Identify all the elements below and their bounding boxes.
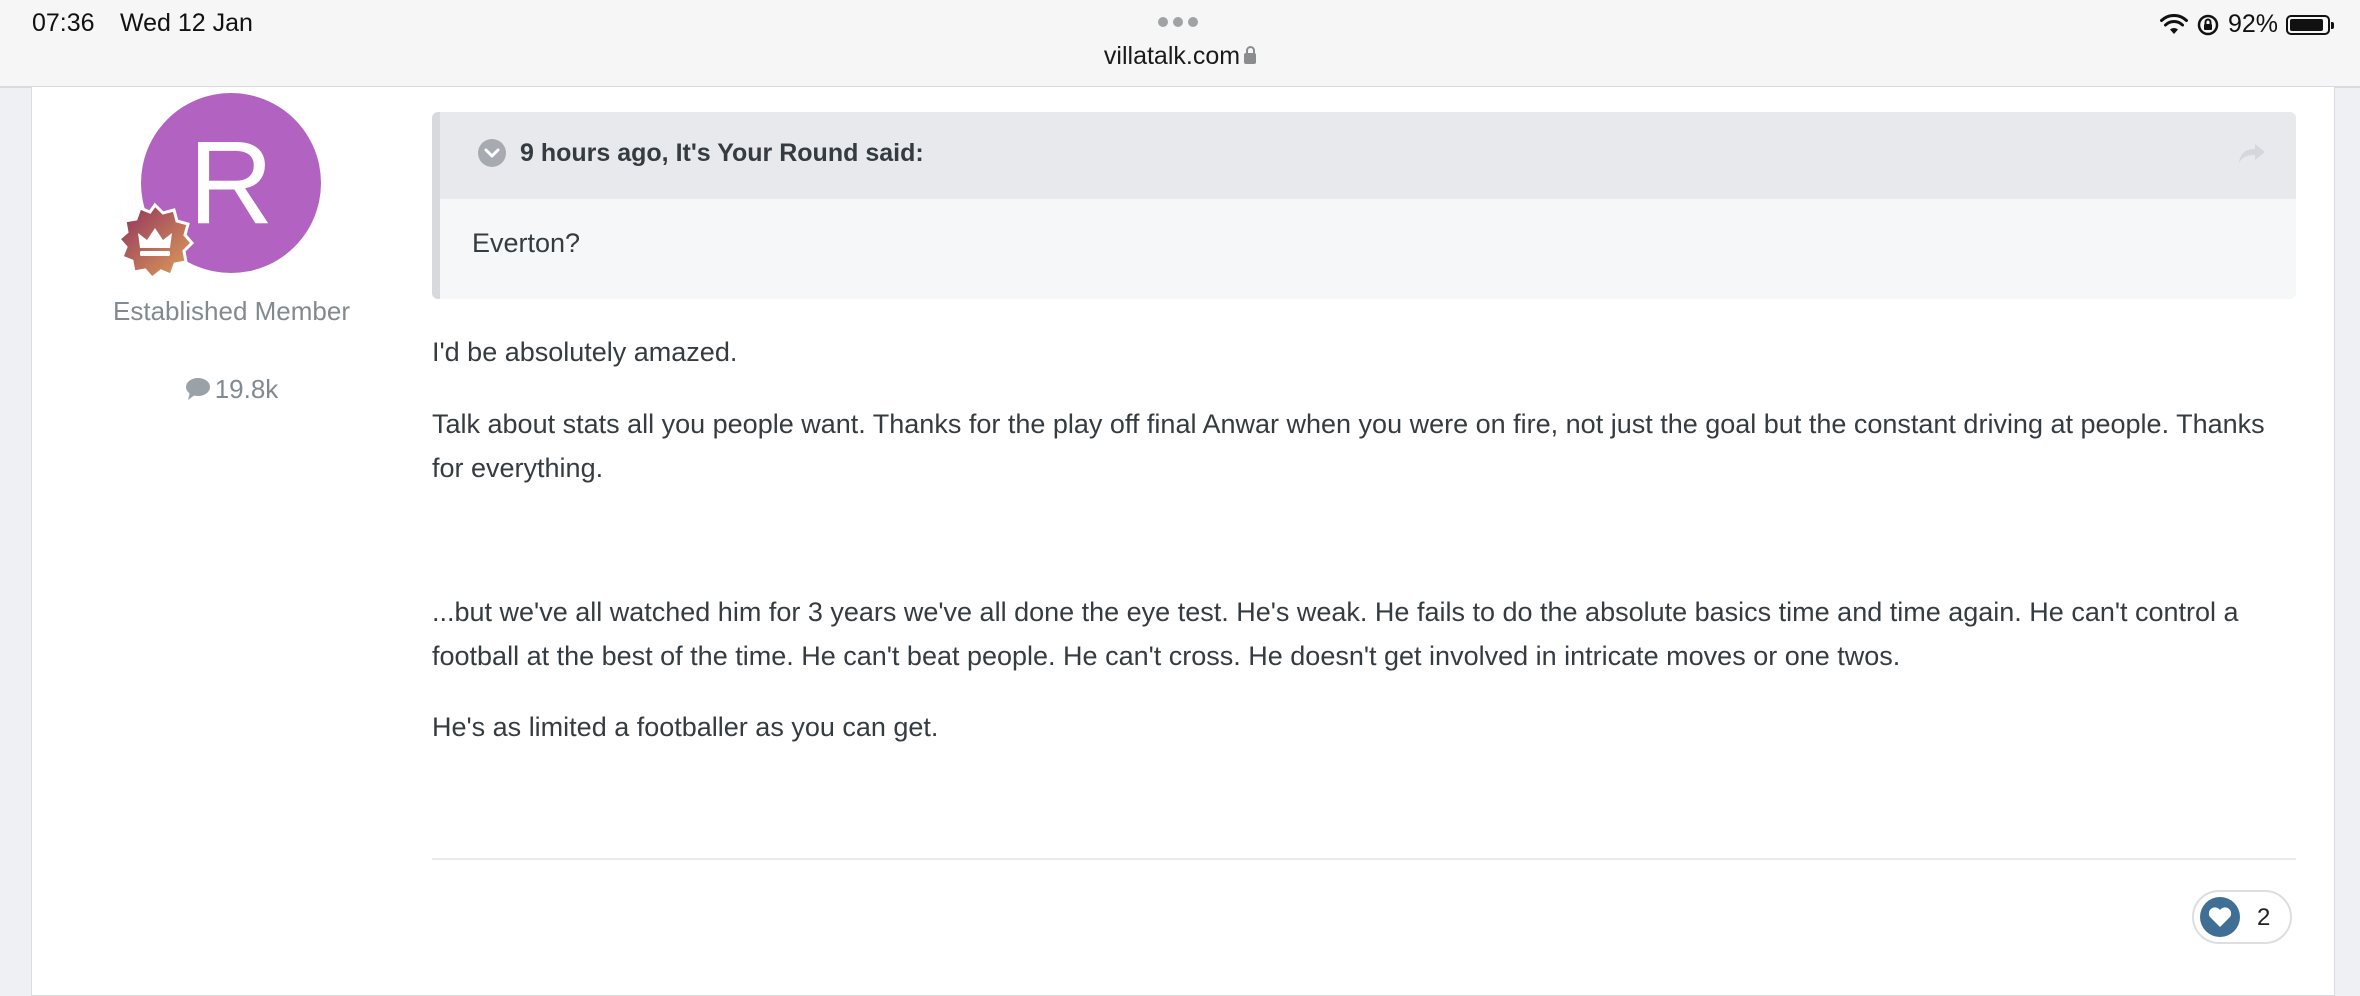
quote-header[interactable]: 9 hours ago, It's Your Round said:: [440, 112, 2296, 199]
wifi-icon: [2159, 13, 2188, 34]
quote-bar: [432, 112, 440, 299]
quote-citation[interactable]: 9 hours ago, It's Your Round said:: [520, 139, 924, 168]
post-paragraph: He's as limited a footballer as you can …: [432, 712, 939, 742]
member-title: Established Member: [113, 296, 350, 326]
share-icon[interactable]: [2238, 142, 2266, 164]
address-bar[interactable]: villatalk.com: [0, 42, 2360, 71]
url-text: villatalk.com: [1103, 42, 1241, 70]
status-time: 07:36: [32, 9, 95, 37]
battery-icon: [2286, 14, 2334, 35]
avatar-letter: R: [188, 117, 274, 249]
dots-icon[interactable]: [1158, 17, 1198, 27]
post-paragraph: I'd be absolutely amazed.: [432, 337, 738, 367]
post-count[interactable]: 19.8k: [0, 374, 463, 405]
rotation-lock-icon: [2197, 14, 2219, 35]
heart-icon: [2200, 897, 2240, 937]
quote-text: Everton?: [472, 228, 581, 258]
status-right: 92%: [2159, 10, 2334, 39]
battery-percent: 92%: [2227, 10, 2278, 38]
post-paragraph: Talk about stats all you people want. Th…: [432, 409, 2265, 483]
divider: [432, 858, 2296, 860]
post-paragraph: ...but we've all watched him for 3 years…: [432, 597, 2239, 671]
reaction-count: 2: [2257, 904, 2271, 931]
status-bar: 07:36 Wed 12 Jan villatalk.com 92%: [0, 0, 2360, 88]
comment-icon: [185, 378, 210, 400]
quote-block: 9 hours ago, It's Your Round said: Evert…: [432, 112, 2296, 299]
chevron-down-icon[interactable]: [478, 139, 506, 167]
lock-icon: [1244, 46, 1257, 64]
reaction-button[interactable]: 2: [2192, 890, 2292, 944]
status-date: Wed 12 Jan: [120, 9, 253, 37]
post-count-value: 19.8k: [214, 374, 279, 404]
crown-icon[interactable]: [116, 202, 194, 280]
